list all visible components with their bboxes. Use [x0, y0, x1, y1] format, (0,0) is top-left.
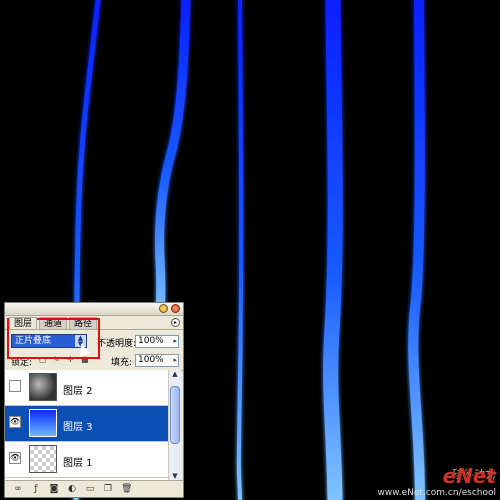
layer-style-icon[interactable]: ƒ: [31, 484, 41, 494]
glow-line: [323, 0, 343, 500]
layer-thumbnail: [29, 445, 57, 473]
glow-line: [408, 0, 425, 500]
layer-thumbnail: [29, 409, 57, 437]
fill-field[interactable]: 100% ▸: [135, 354, 179, 367]
layer-thumbnail: [29, 373, 57, 401]
panel-menu-icon[interactable]: ▸: [171, 318, 180, 327]
layer-row[interactable]: 👁 图层 1: [5, 442, 171, 478]
folder-icon[interactable]: ▭: [85, 484, 95, 494]
minimize-icon[interactable]: [159, 304, 168, 313]
layer-name: 图层 1: [63, 458, 93, 469]
adjustment-layer-icon[interactable]: ◐: [67, 484, 77, 494]
scroll-thumb[interactable]: [170, 386, 180, 444]
watermark: eNet www.eNet.com.cn/eschool: [378, 464, 496, 498]
fill-label: 填充:: [111, 358, 133, 368]
watermark-logo: eNet: [442, 464, 496, 488]
close-icon[interactable]: [171, 304, 180, 313]
layer-name: 图层 2: [63, 386, 93, 397]
eye-icon[interactable]: 👁: [9, 416, 21, 428]
watermark-url: www.eNet.com.cn/eschool: [377, 488, 496, 498]
glow-line: [155, 0, 191, 325]
layers-scrollbar[interactable]: ▲ ▼: [168, 370, 181, 482]
layers-list: 图层 2 👁 图层 3 👁 图层 1: [5, 370, 171, 482]
opacity-value: 100%: [138, 336, 164, 346]
visibility-toggle[interactable]: [9, 380, 21, 392]
opacity-label: 不透明度:: [97, 339, 137, 349]
scroll-up-icon[interactable]: ▲: [169, 370, 181, 380]
opacity-arrow-icon[interactable]: ▸: [173, 336, 177, 347]
mask-icon[interactable]: ◙: [49, 484, 59, 494]
fill-arrow-icon[interactable]: ▸: [173, 355, 177, 366]
trash-icon[interactable]: 🗑: [121, 484, 132, 494]
tab-layers[interactable]: 图层: [9, 317, 38, 329]
layer-row-selected[interactable]: 👁 图层 3: [5, 406, 171, 442]
new-layer-icon[interactable]: ❐: [103, 484, 113, 494]
layer-row[interactable]: 图层 2: [5, 370, 171, 406]
panel-bottom-bar: ∞ ƒ ◙ ◐ ▭ ❐ 🗑: [5, 480, 183, 497]
layer-name: 图层 3: [63, 422, 93, 433]
fill-value: 100%: [138, 355, 164, 365]
glow-line: [236, 0, 244, 500]
eye-icon[interactable]: 👁: [9, 452, 21, 464]
panel-titlebar: [5, 303, 183, 316]
opacity-field[interactable]: 100% ▸: [135, 335, 179, 348]
link-icon[interactable]: ∞: [13, 484, 23, 494]
